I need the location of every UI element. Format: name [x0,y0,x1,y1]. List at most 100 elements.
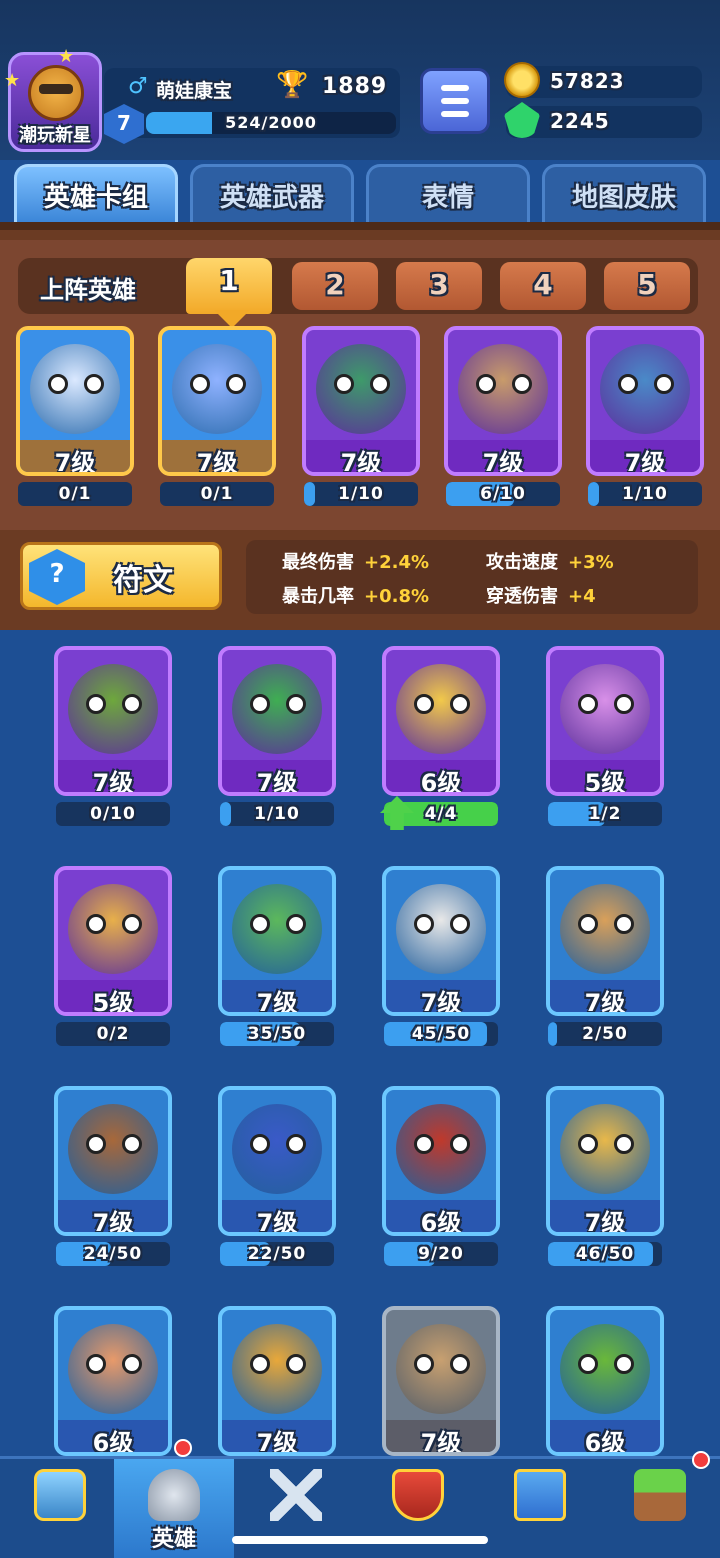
detective-hero-icon [232,884,322,974]
hero-card-progress-text: 6/10 [480,484,526,504]
hero-card[interactable]: 7级 2/50 [546,866,664,1050]
hero-card[interactable]: 7级 35/50 [218,866,336,1050]
hero-card-progress-bar: 9/20 [384,1242,498,1266]
masked-bandit-hero-icon [316,344,406,434]
star-icon: ★ [4,70,21,91]
xp-progress-bar: 524/2000 [146,112,396,134]
hero-card-frame: 7级 [218,866,336,1016]
gold-amount: 57823 [550,69,625,93]
hero-card-progress-bar: 35/50 [220,1022,334,1046]
hero-card[interactable]: 7级 6/10 [444,326,562,510]
hero-card[interactable]: 7级 1/10 [302,326,420,510]
hero-card[interactable]: 7级 24/50 [54,1086,172,1270]
hero-card-progress-text: 0/10 [90,804,136,824]
tab-hero-deck[interactable]: 英雄卡组 [14,164,178,222]
hero-card-frame: 7级 [444,326,562,476]
hero-level: 5级 [550,760,660,792]
stat-crit-chance: 暴击几率 +0.8% [282,582,429,608]
hero-level: 7级 [58,1200,168,1232]
stat-name: 穿透伤害 [486,586,558,607]
hero-level: 7级 [222,1420,332,1452]
hero-card[interactable]: 7级 0/10 [54,646,172,830]
hero-level: 5级 [58,980,168,1012]
stat-value: +4 [568,586,596,607]
hero-card[interactable]: 5级 1/2 [546,646,664,830]
lineup-slot-5[interactable]: 5 [604,262,690,310]
ranger-hero-icon [68,664,158,754]
hero-card-frame: 7级 [218,1306,336,1456]
tab-map-skins[interactable]: 地图皮肤 [542,164,706,222]
stat-name: 暴击几率 [282,586,354,607]
hero-card-progress-text: 35/50 [247,1024,307,1044]
sprout-island-icon [634,1469,686,1521]
hero-card-progress-bar: 1/10 [220,802,334,826]
rune-gem-icon: ? [29,549,85,605]
hero-card-frame: 6级 [382,1086,500,1236]
nav-item-team-banner[interactable] [480,1459,600,1558]
hero-card-progress-bar: 45/50 [384,1022,498,1046]
trophy-count: 1889 [322,74,388,99]
avatar-portrait-icon [28,65,84,121]
hero-level: 7级 [306,440,416,472]
hero-card[interactable]: 7级 22/50 [218,1086,336,1270]
hero-card[interactable]: 6级 4/4 [380,646,500,830]
ogre-hero-icon [396,1324,486,1414]
trophy-icon: 🏆 [276,70,309,100]
lineup-slot-3[interactable]: 3 [396,262,482,310]
nav-item-knight-helmet[interactable]: 英雄 [114,1439,234,1558]
hero-card-progress-bar: 0/10 [56,802,170,826]
lineup-slot-1[interactable]: 1 [186,258,272,314]
stat-value: +2.4% [364,552,430,573]
gold-currency[interactable]: 57823 [504,62,702,98]
hero-card[interactable]: 7级 46/50 [546,1086,664,1270]
hero-card[interactable]: 7级 1/10 [218,646,336,830]
nav-item-sprout-island[interactable] [600,1451,720,1558]
bear-hero-icon [68,1104,158,1194]
hero-card[interactable]: 7级 45/50 [382,866,500,1050]
player-level: 7 [117,111,131,135]
hero-card-frame: 7级 [54,1086,172,1236]
xp-text: 524/2000 [225,113,317,132]
hero-level: 7级 [448,440,558,472]
hero-card[interactable]: 6级 9/20 [382,1086,500,1270]
hero-card-frame: 7级 [546,1086,664,1236]
gold-coin-icon [504,62,540,98]
rune-button[interactable]: ? 符文 [20,542,222,610]
menu-line-icon [441,85,469,91]
hero-card[interactable]: 7级 0/1 [16,326,134,510]
ice-wizard-hero-icon [172,344,262,434]
hero-level: 7级 [550,1200,660,1232]
hero-card-frame: 7级 [218,646,336,796]
stat-value: +0.8% [364,586,430,607]
hero-card-progress-bar: 2/50 [548,1022,662,1046]
lineup-slot-4[interactable]: 4 [500,262,586,310]
lineup-slot-2[interactable]: 2 [292,262,378,310]
player-avatar[interactable]: 潮玩新星 [8,52,102,152]
hero-card-progress-text: 45/50 [411,1024,471,1044]
hero-level: 7级 [222,760,332,792]
helmet-hero-icon [232,1104,322,1194]
crown-shield-icon [392,1469,444,1521]
stat-pierce-damage: 穿透伤害 +4 [486,582,596,608]
lineup-label: 上阵英雄 [40,276,136,304]
gem-currency[interactable]: 2245 [504,102,702,138]
nav-item-treasure-chest[interactable] [0,1459,120,1558]
hero-card[interactable]: 7级 1/10 [586,326,704,510]
menu-button[interactable] [420,68,490,134]
hero-card-progress-text: 0/1 [200,484,234,504]
hero-card-progress-bar: 1/10 [304,482,418,506]
hero-card[interactable]: 5级 0/2 [54,866,172,1050]
rune-glyph: ? [49,559,65,589]
hero-card[interactable]: 7级 0/1 [158,326,276,510]
tab-emotes[interactable]: 表情 [366,164,530,222]
hero-card-frame: 7级 [158,326,276,476]
hero-card-progress-bar: 0/1 [18,482,132,506]
hero-card-progress-bar: 0/1 [160,482,274,506]
stat-value: +3% [568,552,614,573]
hero-level: 7级 [20,440,130,472]
tab-hero-weapons[interactable]: 英雄武器 [190,164,354,222]
hero-card-frame: 6级 [54,1306,172,1456]
hero-card-frame: 7级 [302,326,420,476]
menu-line-icon [441,111,469,117]
rune-label: 符文 [113,563,173,598]
